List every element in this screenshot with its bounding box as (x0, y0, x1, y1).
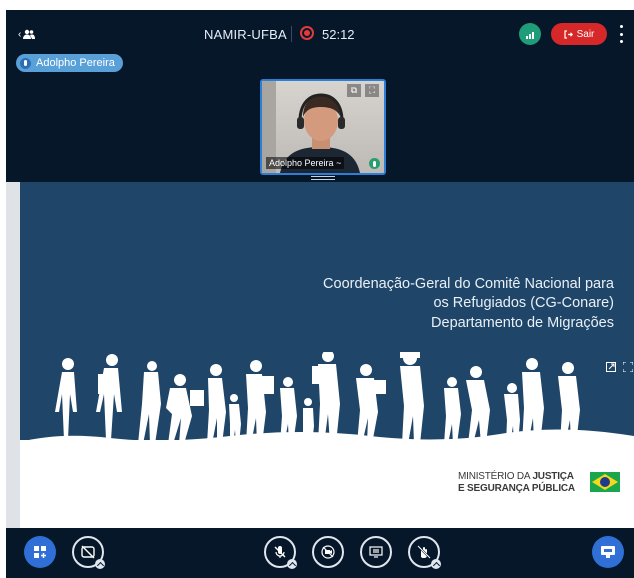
talking-name: Adolpho Pereira (36, 57, 115, 69)
conference-window: ‹ NAMIR-UFBA 52:12 Sair Adolpho Pereira … (6, 10, 634, 578)
slide-line-1: Coordenação-Geral do Comitê Nacional par… (323, 276, 614, 292)
chevron-up-icon[interactable] (95, 559, 105, 569)
webcam-tile[interactable]: ⧉ ⛶ Adolpho Pereira ~ (260, 79, 386, 175)
slide-popout-icon[interactable] (604, 360, 618, 374)
chevron-left-icon: ‹ (18, 28, 22, 40)
screen-share-icon (369, 546, 383, 558)
record-icon[interactable] (300, 26, 314, 40)
webcam-name: Adolpho Pereira ~ (266, 157, 345, 169)
meeting-title: NAMIR-UFBA (204, 27, 287, 42)
video-off-icon (321, 545, 335, 559)
headphones-off-icon (81, 545, 95, 559)
fullscreen-icon[interactable]: ⛶ (365, 84, 379, 97)
mic-off-icon (274, 546, 286, 558)
presentation-icon (601, 546, 615, 558)
more-vertical-icon (619, 25, 623, 28)
slide-line-2: os Refugiados (CG-Conare) (433, 295, 614, 311)
screen-share-button[interactable] (360, 536, 392, 568)
raise-hand-button[interactable] (408, 536, 441, 569)
brazil-flag-icon (590, 472, 620, 492)
refugees-silhouette (20, 352, 634, 452)
signal-icon (526, 36, 528, 39)
join-audio-button[interactable] (72, 536, 105, 569)
popout-icon[interactable]: ⧉ (347, 84, 361, 97)
logout-icon (563, 29, 573, 39)
actions-button[interactable] (24, 536, 56, 568)
plus-grid-icon (34, 546, 46, 558)
presentation-slide: Coordenação-Geral do Comitê Nacional par… (20, 182, 634, 528)
slide-line-3: Departamento de Migrações (431, 315, 614, 331)
users-icon (23, 29, 36, 39)
slide-fullscreen-icon[interactable] (622, 360, 634, 374)
ministry-line-2: E SEGURANÇA PÚBLICA (458, 483, 575, 494)
talking-indicator[interactable]: Adolpho Pereira (16, 54, 123, 72)
mic-icon (20, 57, 31, 69)
leave-label: Sair (576, 28, 595, 40)
mute-button[interactable] (264, 536, 297, 569)
presentation-area: Coordenação-Geral do Comitê Nacional par… (6, 182, 634, 528)
leave-button[interactable]: Sair (551, 23, 607, 45)
camera-button[interactable] (312, 536, 344, 568)
users-toggle-button[interactable]: ‹ (18, 27, 40, 41)
presentation-toggle-button[interactable] (592, 536, 624, 568)
hand-off-icon (417, 545, 431, 559)
recording-timer: 52:12 (322, 27, 355, 42)
more-options-button[interactable] (618, 25, 624, 43)
divider (291, 26, 292, 42)
chevron-up-icon[interactable] (431, 559, 441, 569)
chevron-up-icon[interactable] (287, 559, 297, 569)
ministry-line-1: MINISTÉRIO DA JUSTIÇA (458, 471, 574, 482)
mic-active-icon (369, 158, 380, 169)
connection-status-button[interactable] (519, 23, 541, 45)
